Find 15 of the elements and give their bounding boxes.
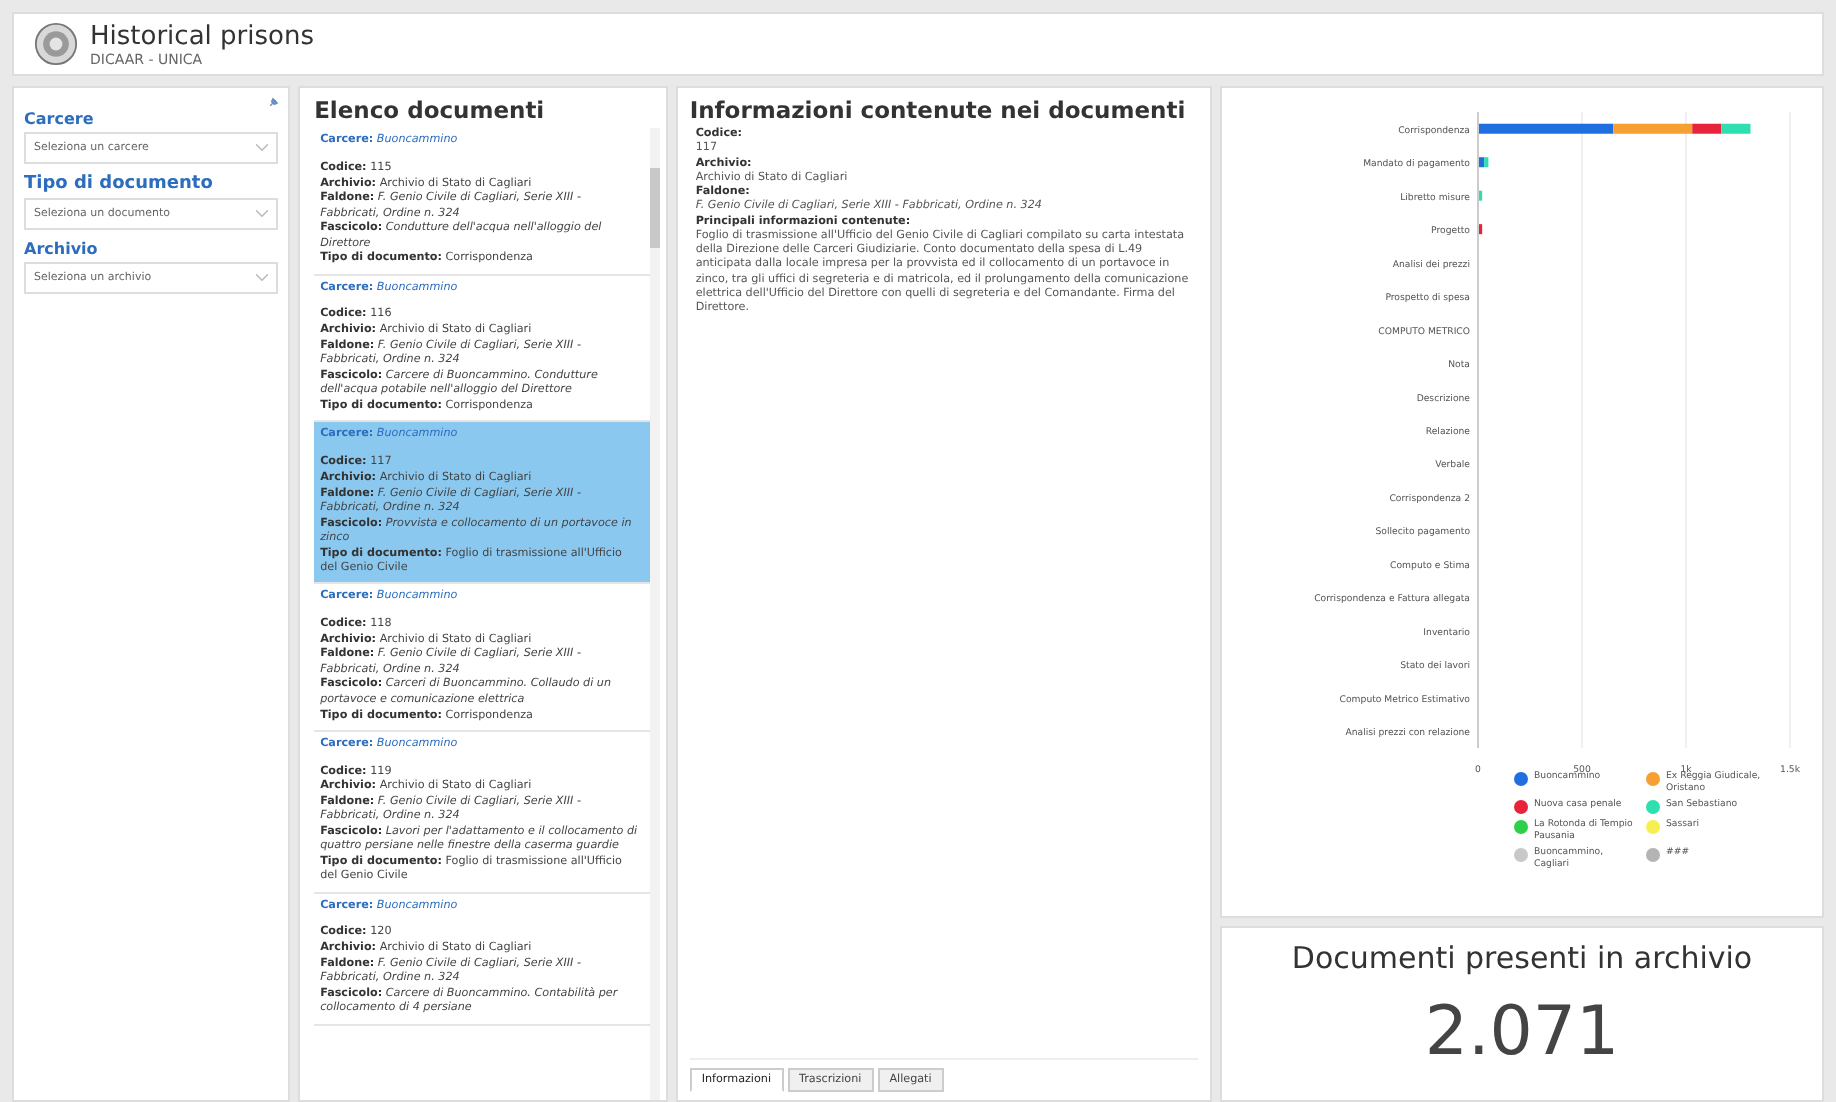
filter-label: Tipo di documento	[24, 174, 215, 194]
filter-label: Carcere	[24, 110, 96, 128]
pin-icon[interactable]	[266, 96, 281, 110]
panel-title: Elenco documenti	[314, 96, 547, 124]
panel-title: Informazioni contenute nei documenti	[689, 96, 1188, 124]
counter-title: Documenti presenti in archivio	[1291, 940, 1753, 976]
app-title: Historical prisons	[90, 21, 314, 51]
caret-icon	[256, 274, 269, 282]
seal-icon	[34, 22, 78, 66]
counter-value: 2.071	[1424, 992, 1620, 1072]
filter-label: Archivio	[24, 240, 100, 258]
scrollbar[interactable]	[649, 128, 660, 1100]
document-list-item[interactable]	[314, 422, 650, 585]
caret-icon	[256, 210, 269, 218]
caret-icon	[256, 144, 269, 152]
